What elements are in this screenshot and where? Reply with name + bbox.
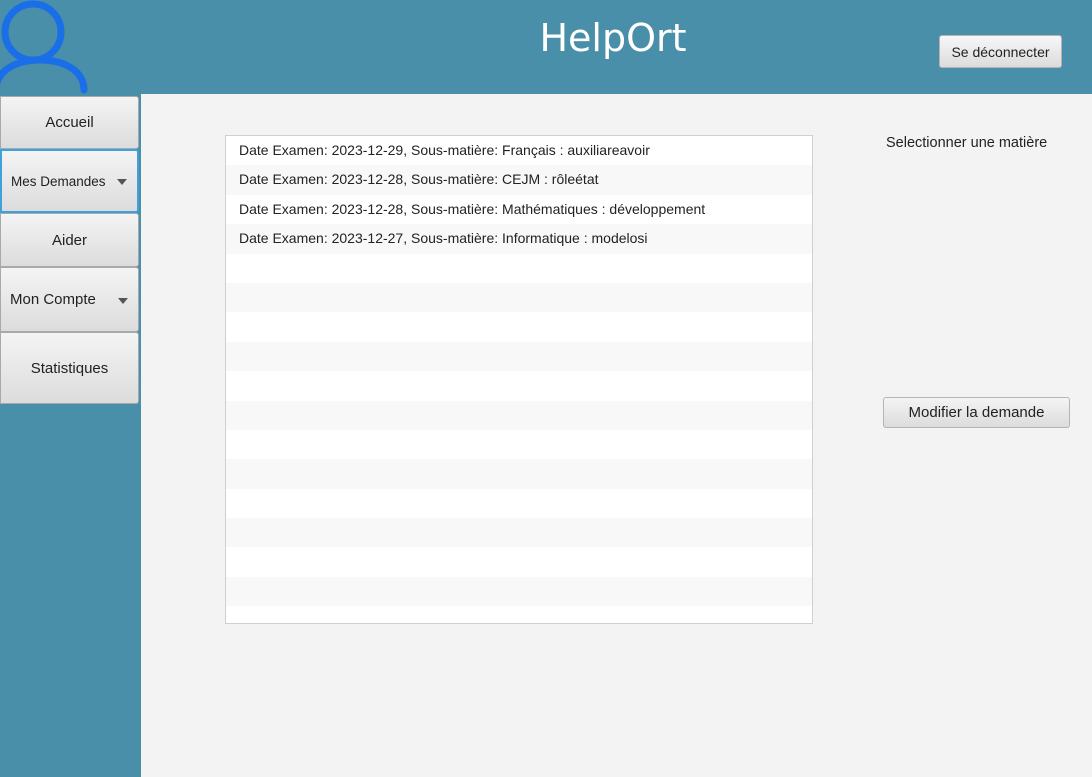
sidebar-item-label: Accueil [45, 114, 94, 131]
list-item[interactable]: Date Examen: 2023-12-29, Sous-matière: F… [226, 136, 812, 165]
empty-row [226, 459, 812, 489]
list-item[interactable]: Date Examen: 2023-12-27, Sous-matière: I… [226, 224, 812, 254]
sidebar-item-accueil[interactable]: Accueil [0, 96, 139, 149]
empty-row [226, 606, 812, 623]
app-title: HelpOrt [539, 16, 687, 60]
empty-row [226, 371, 812, 400]
empty-row [226, 489, 812, 518]
empty-row [226, 400, 812, 430]
list-item[interactable]: Date Examen: 2023-12-28, Sous-matière: M… [226, 195, 812, 224]
main-content: Date Examen: 2023-12-29, Sous-matière: F… [141, 94, 1092, 777]
sidebar-item-mes-demandes[interactable]: Mes Demandes [0, 149, 139, 213]
empty-row [226, 282, 812, 313]
modify-request-button[interactable]: Modifier la demande [883, 397, 1070, 428]
empty-row [226, 518, 812, 548]
empty-row [226, 547, 812, 576]
select-subject-label: Selectionner une matière [886, 135, 1048, 151]
sidebar-item-label: Mes Demandes [11, 173, 106, 189]
requests-list[interactable]: Date Examen: 2023-12-29, Sous-matière: F… [225, 135, 813, 624]
sidebar-item-label: Aider [51, 231, 88, 249]
list-item[interactable]: Date Examen: 2023-12-28, Sous-matière: C… [226, 165, 812, 195]
empty-row [226, 430, 812, 459]
sidebar-item-label: Mon Compte [10, 291, 96, 308]
sidebar-item-statistiques[interactable]: Statistiques [0, 332, 139, 404]
empty-row [226, 576, 812, 607]
sidebar: Accueil Mes Demandes Aider Mon Compte St… [0, 94, 141, 777]
sidebar-item-aider[interactable]: Aider [0, 213, 139, 267]
sidebar-item-label: Statistiques [30, 359, 109, 377]
empty-row [226, 312, 812, 341]
empty-row [226, 254, 812, 283]
user-avatar-icon[interactable] [0, 0, 90, 94]
chevron-down-icon [118, 297, 128, 304]
empty-row [226, 341, 812, 372]
app-header: HelpOrt Se déconnecter [0, 0, 1092, 94]
logout-button[interactable]: Se déconnecter [939, 35, 1062, 68]
sidebar-item-mon-compte[interactable]: Mon Compte [0, 267, 139, 332]
chevron-down-icon [117, 179, 127, 185]
